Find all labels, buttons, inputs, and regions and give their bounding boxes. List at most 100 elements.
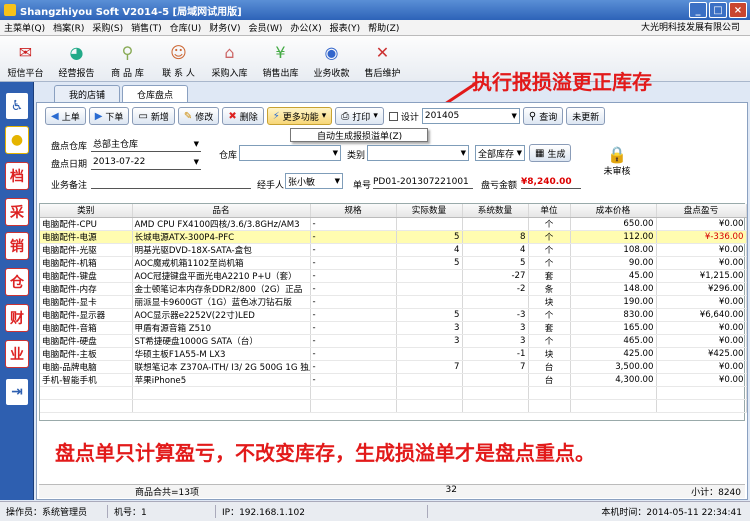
menu-sales[interactable]: 销售(T) — [127, 21, 166, 34]
sidebar-item-finance[interactable]: 财 — [5, 304, 29, 332]
table-cell — [396, 217, 463, 231]
menu-purchase[interactable]: 采购(S) — [88, 21, 127, 34]
generate-button[interactable]: ▦ 生成 — [529, 144, 572, 162]
menu-office[interactable]: 办公(X) — [286, 21, 325, 34]
table-cell: 电脑配件-机箱 — [40, 256, 133, 270]
period-select[interactable]: 201405 ▼ — [421, 108, 520, 124]
menu-report[interactable]: 报表(Y) — [326, 21, 365, 34]
lightbulb-icon[interactable]: ● — [5, 126, 29, 154]
table-cell: - — [310, 295, 397, 309]
col-unit[interactable]: 单位 — [528, 204, 571, 218]
table-row[interactable]: 电脑配件-光驱 明基光驱DVD-18X-SATA-盒包 -4 4 个 108.00 ¥0.0… — [40, 243, 747, 257]
table-cell — [462, 295, 529, 309]
col-spec[interactable]: 规格 — [310, 204, 397, 218]
sidebar-item-purchase[interactable]: 采 — [5, 198, 29, 226]
envelope-icon: ✉ — [18, 42, 33, 62]
chevron-down-icon: ▾ — [321, 111, 327, 121]
col-system-qty[interactable]: 系统数量 — [462, 204, 529, 218]
col-name[interactable]: 品名 — [132, 204, 311, 218]
table-row[interactable]: 电脑配件-键盘 AOC冠捷键盘平面光电A2210 P+U（套） - -27 套 45.00… — [40, 269, 747, 283]
menu-help[interactable]: 帮助(Z) — [364, 21, 403, 34]
collection-button[interactable]: ◉ 业务收款 — [306, 36, 357, 82]
print-button[interactable]: ⎙ 打印 ▾ — [335, 107, 384, 125]
table-row[interactable]: 电脑-品牌电脑 联想笔记本 Z370A-ITH/ I3/ 2G 500G 1G 独… — [40, 360, 747, 374]
edit-button[interactable]: ✎ 修改 — [177, 107, 220, 125]
empty-row — [40, 386, 747, 400]
menu-member[interactable]: 会员(W) — [244, 21, 286, 34]
sidebar-item-warehouse[interactable]: 仓 — [5, 268, 29, 296]
query-button[interactable]: ⚲ 查询 — [522, 107, 564, 125]
warehouse-select[interactable]: 总部主仓库 ▼ — [91, 136, 201, 152]
table-cell: -2 — [462, 282, 529, 296]
sidebar-item-business[interactable]: 业 — [5, 340, 29, 368]
delete-button[interactable]: ✖ 删除 — [222, 107, 264, 125]
sales-out-button[interactable]: ¥ 销售出库 — [255, 36, 306, 82]
table-row[interactable]: 电脑配件-硬盘 ST希捷硬盘1000G SATA（台） -3 3 个 465.00 ¥0.0… — [40, 334, 747, 348]
sidebar-item-sales[interactable]: 销 — [5, 232, 29, 260]
stock-filter-select[interactable]: 全部库存 ▼ — [475, 145, 525, 161]
report-button[interactable]: ◕ 经营报告 — [51, 36, 102, 82]
menu-warehouse[interactable]: 仓库(U) — [166, 21, 206, 34]
table-cell: 3 — [462, 321, 529, 335]
contacts-button[interactable]: ☺ 联 系 人 — [153, 36, 204, 82]
table-cell: - — [310, 269, 397, 283]
table-row[interactable]: 电脑配件-机箱 AOC魔戒机箱1102至尚机箱 -5 5 个 90.00 ¥0.00 — [40, 256, 747, 270]
table-cell: 3 — [396, 334, 463, 348]
table-cell: 金士顿笔记本内存条DDR2/800（2G）正品 — [132, 282, 311, 296]
table-cell: 电脑配件-光驱 — [40, 243, 133, 257]
design-checkbox[interactable] — [388, 111, 398, 121]
table-row[interactable]: 电脑配件-电源 长城电源ATX-300P4-PFC -5 8 个 112.00 ¥-336.… — [40, 230, 747, 244]
arrow-right-icon: ▶ — [94, 110, 103, 122]
close-button[interactable]: × — [729, 2, 747, 18]
remark-label: 业务备注 — [51, 181, 88, 191]
col-cost[interactable]: 成本价格 — [570, 204, 657, 218]
handler-select[interactable]: 张小敏 ▼ — [285, 173, 343, 189]
table-row[interactable]: 电脑配件-音箱 甲盾有源音箱 Z510-3 3 套 165.00 ¥0.00 — [40, 321, 747, 335]
exit-icon[interactable]: ⇥ — [5, 378, 29, 406]
maximize-button[interactable]: □ — [709, 2, 727, 18]
sms-button[interactable]: ✉ 短信平台 — [0, 36, 51, 82]
after-sales-button[interactable]: ✕ 售后维护 — [357, 36, 408, 82]
minimize-button[interactable]: _ — [689, 2, 707, 18]
menu-finance[interactable]: 财务(V) — [205, 21, 244, 34]
new-button[interactable]: ▭ 新增 — [132, 107, 175, 125]
chevron-down-icon: ▼ — [193, 139, 199, 148]
tab-my-store[interactable]: 我的店铺 — [54, 85, 121, 102]
auto-generate-loss-menu-item[interactable]: 自动生成报损溢单(Z) — [290, 128, 428, 142]
more-functions-button[interactable]: ⚡ 更多功能 ▾ — [266, 107, 333, 125]
menu-main[interactable]: 主菜单(Q) — [0, 21, 49, 34]
remark-field[interactable] — [91, 175, 251, 189]
table-cell — [396, 295, 463, 309]
table-row[interactable]: 电脑配件-主板 华硕主板F1A55-M LX3- -1 块 425.00 ¥425.00 — [40, 347, 747, 361]
next-button[interactable]: ▶ 下单 — [88, 107, 130, 125]
table-row[interactable]: 电脑配件-内存 金士顿笔记本内存条DDR2/800（2G）正品 - -2 条 148.00… — [40, 282, 747, 296]
table-cell: 148.00 — [570, 282, 657, 296]
menu-archive[interactable]: 档案(R) — [49, 21, 88, 34]
order-no-field[interactable]: PD01-201307221001 — [373, 175, 473, 189]
tab-inventory-count[interactable]: 仓库盘点 — [122, 85, 189, 102]
table-cell: 108.00 — [570, 243, 657, 257]
table-cell: 丽派显卡9600GT（1G）蓝色冰刀钻石版 — [132, 295, 311, 309]
product-library-button[interactable]: ⚲ 商 品 库 — [102, 36, 153, 82]
table-row[interactable]: 电脑配件-显示器 AOC显示器e2252V(22寸)LED -5 -3 个 830.00 ¥… — [40, 308, 747, 322]
table-cell: 45.00 — [570, 269, 657, 283]
category-select[interactable]: ▼ — [367, 145, 469, 161]
purchase-in-button[interactable]: ⌂ 采购入库 — [204, 36, 255, 82]
table-cell: 个 — [528, 217, 571, 231]
accessibility-icon[interactable]: ♿ — [5, 92, 29, 120]
table-cell: ¥1,215.00 — [656, 269, 747, 283]
sidebar-item-archive[interactable]: 档 — [5, 162, 29, 190]
prev-button[interactable]: ◀ 上单 — [45, 107, 86, 125]
col-profit-loss[interactable]: 盘点盈亏 — [656, 204, 747, 218]
store-select[interactable]: ▼ — [239, 145, 341, 161]
date-picker[interactable]: 2013-07-22 ▼ — [91, 154, 201, 170]
table-row[interactable]: 手机-智能手机 苹果iPhone5- 台 4,300.00 ¥0.00 — [40, 373, 747, 387]
table-row[interactable]: 电脑配件-CPU AMD CPU FX4100四核/3.6/3.8GHz/AM3-… — [40, 217, 747, 231]
table-row[interactable]: 电脑配件-显卡 丽派显卡9600GT（1G）蓝色冰刀钻石版 - 块 190.00 ¥0.0… — [40, 295, 747, 309]
table-cell: - — [310, 282, 397, 296]
not-updated-button[interactable]: 未更新 — [566, 107, 606, 125]
table-cell: 手机-智能手机 — [40, 373, 133, 387]
table-cell: 4 — [396, 243, 463, 257]
col-actual-qty[interactable]: 实际数量 — [396, 204, 463, 218]
col-category[interactable]: 类别 — [40, 204, 133, 218]
